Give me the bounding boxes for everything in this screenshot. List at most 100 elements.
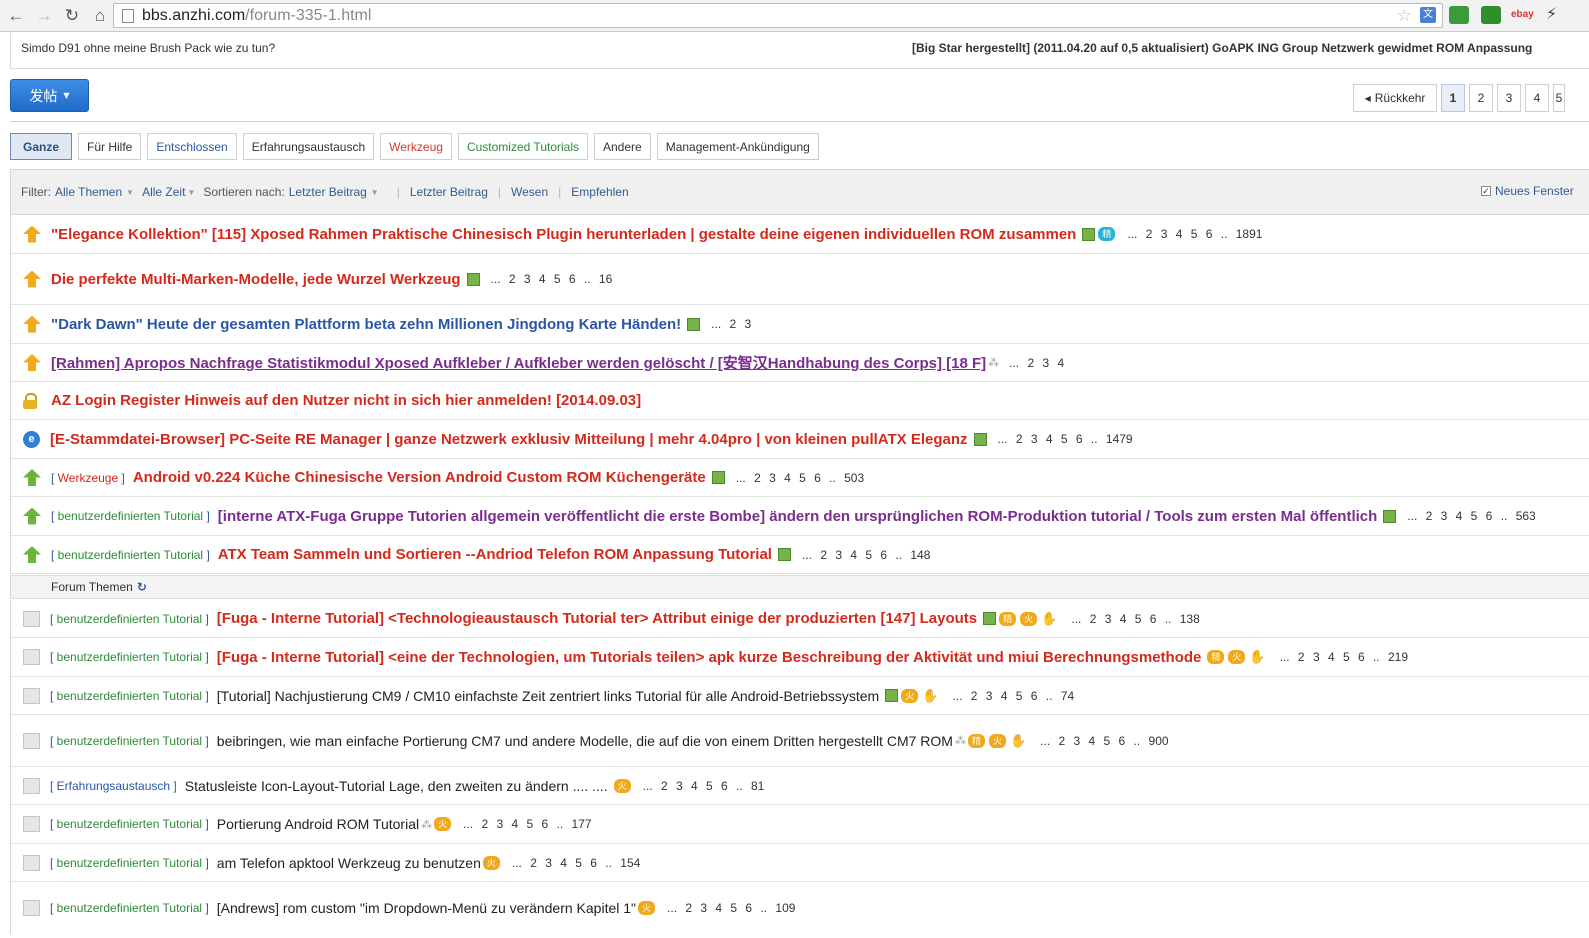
thread-title[interactable]: ATX Team Sammeln und Sortieren --Andriod… [218,546,772,563]
thread-pages[interactable]: ... 2 3 4 5 6 .. 219 [1280,650,1408,664]
thread-type-tag[interactable]: [ benutzerdefinierten Tutorial ] [50,856,209,870]
thread-title[interactable]: [Fuga - Interne Tutorial] <eine der Tech… [217,649,1202,666]
tab-all[interactable]: Ganze [10,133,73,160]
thread-pages[interactable]: ... 2 3 4 5 6 .. 503 [736,471,864,485]
thread-pages[interactable]: ... 2 3 4 5 6 .. 563 [1407,509,1535,523]
thread-pages[interactable]: ... 2 3 4 5 6 .. 109 [667,901,795,915]
tab-resolved[interactable]: Entschlossen [147,133,237,160]
thread-title[interactable]: [Tutorial] Nachjustierung CM9 / CM10 ein… [217,688,879,704]
filter-all-topics[interactable]: Alle Themen [55,185,122,199]
back-button[interactable]: ◀ Rückkehr [1353,84,1437,112]
thread-type-tag[interactable]: [ Werkzeuge ] [51,471,125,485]
forward-arrow-icon[interactable]: → [30,2,58,30]
thread-type-tag[interactable]: [ benutzerdefinierten Tutorial ] [51,509,210,523]
thread-pages[interactable]: ... 2 3 4 5 6 .. 148 [802,548,930,562]
thread-list: "Elegance Kollektion" [115] Xposed Rahme… [10,215,1589,574]
thread-title[interactable]: Portierung Android ROM Tutorial [217,816,419,832]
thread-type-tag[interactable]: [ benutzerdefinierten Tutorial ] [50,734,209,748]
image-attachment-icon [1082,227,1096,241]
thread-title[interactable]: "Elegance Kollektion" [115] Xposed Rahme… [51,226,1076,243]
thread-pages[interactable]: ... 2 3 4 5 6 .. 16 [491,272,613,286]
refresh-icon[interactable]: ↻ [137,580,147,594]
bracket: ] [202,733,209,748]
thread-title[interactable]: [E-Stammdatei-Browser] PC-Seite RE Manag… [50,431,968,448]
thread-pages[interactable]: ... 2 3 4 5 6 .. 1479 [998,432,1133,446]
thread-type-tag[interactable]: [ benutzerdefinierten Tutorial ] [50,901,209,915]
thread-title[interactable]: [Fuga - Interne Tutorial] <Technologieau… [217,610,977,627]
thread-type-tag[interactable]: [ benutzerdefinierten Tutorial ] [50,689,209,703]
lightning-extension-icon[interactable]: ⚡ [1546,6,1566,24]
thread-type-tag[interactable]: [ benutzerdefinierten Tutorial ] [50,612,209,626]
tab-tools[interactable]: Werkzeug [380,133,452,160]
filter-last-post[interactable]: Letzter Beitrag [410,185,488,199]
thread-pages[interactable]: ... 2 3 4 5 6 .. 81 [643,779,765,793]
extension-icon-1[interactable] [1449,6,1469,24]
bracket: ] [170,778,177,793]
thread-row: [ benutzerdefinierten Tutorial ] am Tele… [11,844,1589,882]
thread-title[interactable]: "Dark Dawn" Heute der gesamten Plattform… [51,316,681,333]
page-5[interactable]: 5 [1553,84,1565,112]
hot-badge-icon: 火 [638,901,656,915]
category-tabs: Ganze Für Hilfe Entschlossen Erfahrungsa… [10,133,825,160]
image-attachment-icon [777,548,791,561]
filter-essence[interactable]: Wesen [511,185,548,199]
url-path: /forum-335-1.html [245,6,372,24]
thread-pages[interactable]: ... 2 3 4 5 6 .. 74 [952,689,1074,703]
thread-type-label: benutzerdefinierten Tutorial [56,901,203,915]
tab-announcements[interactable]: Management-Ankündigung [656,133,819,160]
page-1[interactable]: 1 [1441,84,1465,112]
thread-pages[interactable]: ... 2 3 4 5 6 .. 154 [512,856,640,870]
thread-title[interactable]: [interne ATX-Fuga Gruppe Tutorien allgem… [218,508,1378,525]
thread-title[interactable]: Android v0.224 Küche Chinesische Version… [133,469,706,486]
thread-type-label: benutzerdefinierten Tutorial [56,855,203,870]
tab-tutorials[interactable]: Customized Tutorials [457,133,588,160]
tab-experience[interactable]: Erfahrungsaustausch [242,133,375,160]
filter-recommend[interactable]: Empfehlen [571,185,628,199]
hot-badge-icon: 火 [1228,650,1246,664]
ticker-left-link[interactable]: Simdo D91 ohne meine Brush Pack wie zu t… [21,41,275,55]
bracket: ] [202,688,209,703]
thread-pages[interactable]: ... 2 3 4 5 6 .. 1891 [1127,227,1262,241]
sort-last-post[interactable]: Letzter Beitrag [289,185,367,199]
thread-row: [ benutzerdefinierten Tutorial ] [Fuga -… [11,600,1589,638]
new-window-toggle[interactable]: ✓ Neues Fenster [1481,184,1574,198]
bracket: ] [202,817,209,831]
thread-title[interactable]: [Rahmen] Apropos Nachfrage Statistikmodu… [51,352,986,373]
reload-icon[interactable]: ↻ [58,2,86,30]
back-arrow-icon[interactable]: ← [2,2,30,30]
thread-pages[interactable]: ... 2 3 4 5 6 .. 177 [463,817,591,831]
pinned-icon [23,354,41,371]
page-3[interactable]: 3 [1497,84,1521,112]
checkbox-icon[interactable]: ✓ [1481,186,1491,196]
thread-pages[interactable]: ... 2 3 4 [1009,356,1064,370]
separator: | [497,185,502,199]
thread-type-tag[interactable]: [ Erfahrungsaustausch ] [50,779,177,793]
tab-other[interactable]: Andere [594,133,651,160]
thread-pages[interactable]: ... 2 3 4 5 6 .. 138 [1071,612,1199,626]
new-post-button[interactable]: 发帖 ▼ [10,79,89,112]
page-2[interactable]: 2 [1469,84,1493,112]
thread-type-tag[interactable]: [ benutzerdefinierten Tutorial ] [50,650,209,664]
thread-title[interactable]: [Andrews] rom custom "im Dropdown-Menü z… [217,900,636,916]
tab-help[interactable]: Für Hilfe [78,133,142,160]
page-4[interactable]: 4 [1525,84,1549,112]
thread-title[interactable]: am Telefon apktool Werkzeug zu benutzen [217,855,481,871]
bookmark-star-icon[interactable]: ☆ [1397,6,1412,26]
thread-type-tag[interactable]: [ benutzerdefinierten Tutorial ] [50,817,209,831]
address-bar[interactable]: bbs.anzhi.com/forum-335-1.html ☆ 文 [113,3,1443,28]
recommend-thumb-icon: ✋ [922,687,939,703]
bracket: [ [50,778,57,793]
translate-icon[interactable]: 文 [1420,7,1436,23]
thread-title[interactable]: Statusleiste Icon-Layout-Tutorial Lage, … [185,778,608,794]
home-icon[interactable]: ⌂ [86,2,114,30]
ebay-extension-icon[interactable]: ebay [1511,6,1534,24]
thread-type-tag[interactable]: [ benutzerdefinierten Tutorial ] [51,548,210,562]
thread-pages[interactable]: ... 2 3 [711,317,751,331]
filter-all-time[interactable]: Alle Zeit [142,185,185,199]
extension-icon-2[interactable] [1481,6,1501,24]
thread-title[interactable]: AZ Login Register Hinweis auf den Nutzer… [51,392,641,409]
thread-title[interactable]: Die perfekte Multi-Marken-Modelle, jede … [51,271,461,288]
ticker-right-link[interactable]: [Big Star hergestellt] (2011.04.20 auf 0… [912,41,1532,55]
thread-title[interactable]: beibringen, wie man einfache Portierung … [217,733,953,749]
thread-pages[interactable]: ... 2 3 4 5 6 .. 900 [1040,734,1168,748]
